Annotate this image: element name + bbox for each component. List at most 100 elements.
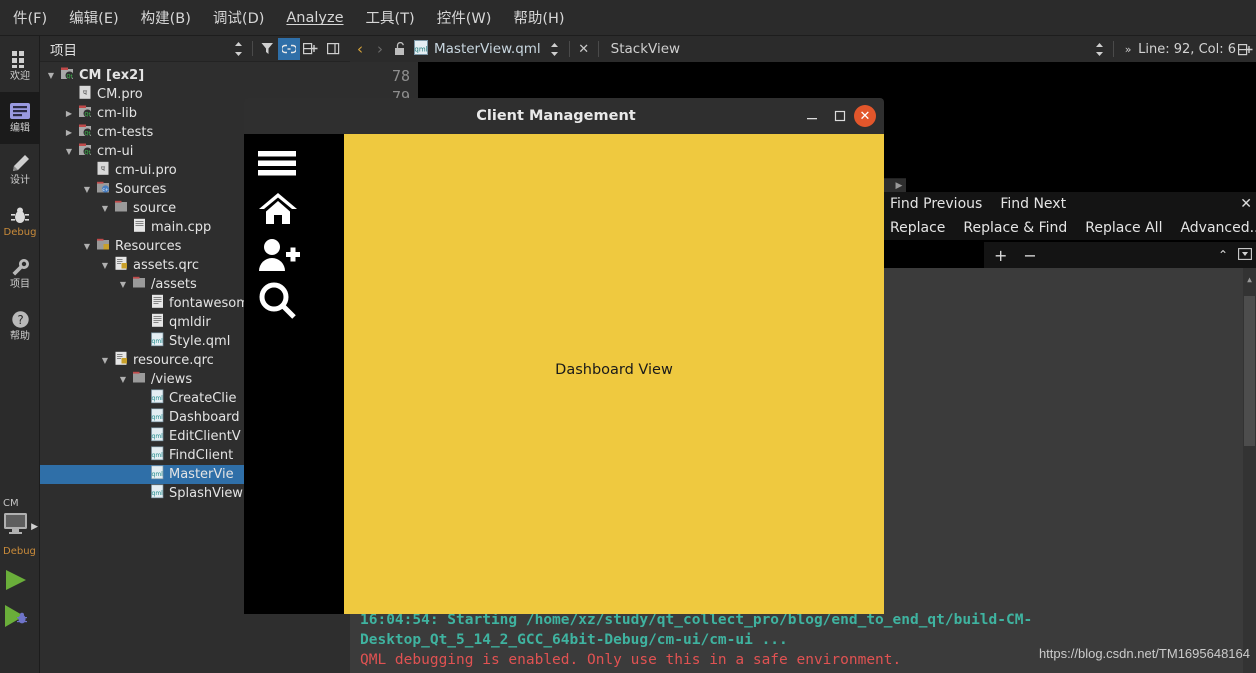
mode-edit[interactable]: 编辑 xyxy=(0,92,40,144)
sort-button[interactable] xyxy=(227,38,249,60)
dialog-maximize-button[interactable] xyxy=(826,102,854,130)
editor-toolbar: ‹ › qml MasterView.qml ✕ StackView » Lin… xyxy=(350,36,1256,62)
svg-text:Qt: Qt xyxy=(84,112,90,118)
unlocked-icon[interactable] xyxy=(390,38,410,60)
tree-item-label: Sources xyxy=(115,182,167,197)
find-next-button[interactable]: Find Next xyxy=(1000,196,1066,212)
tree-item-label: Resources xyxy=(115,239,182,254)
find-replace-panel: Find Previous Find Next ✕ Replace Replac… xyxy=(884,192,1256,240)
mode-help[interactable]: ? 帮助 xyxy=(0,300,40,352)
replace-button[interactable]: Replace xyxy=(890,220,945,236)
chevron-left-icon[interactable]: ‹ xyxy=(350,38,370,60)
chevron-down-icon[interactable]: ▼ xyxy=(44,71,58,80)
chevron-up-icon[interactable]: ⌃ xyxy=(1218,248,1228,262)
dialog-nav-new-client[interactable] xyxy=(244,234,344,280)
chevron-down-icon[interactable]: ▼ xyxy=(116,280,130,289)
mode-welcome[interactable]: 欢迎 xyxy=(0,40,40,92)
bug-icon xyxy=(10,206,30,228)
replace-row: Replace Replace & Find Replace All Advan… xyxy=(884,216,1256,240)
svg-text:qml: qml xyxy=(151,433,163,440)
menu-widgets[interactable]: 控件(W) xyxy=(426,3,503,32)
dashboard-view-label: Dashboard View xyxy=(555,362,673,378)
mode-design[interactable]: 设计 xyxy=(0,144,40,196)
zoom-in-button[interactable]: + xyxy=(994,246,1007,265)
panel-icon[interactable] xyxy=(1238,247,1252,263)
close-x-icon[interactable]: ✕ xyxy=(574,38,594,60)
chevron-down-icon[interactable]: ▼ xyxy=(98,204,112,213)
debug-bug-icon[interactable] xyxy=(4,604,34,633)
replace-and-find-button[interactable]: Replace & Find xyxy=(963,220,1067,236)
chevron-down-icon[interactable]: ▼ xyxy=(62,147,76,156)
console-bottom-lines: 16:04:54: Starting /home/xz/study/qt_col… xyxy=(360,610,1256,670)
kit-selector[interactable]: CM ▶ Debug xyxy=(0,498,40,673)
qt-project-icon: Qt xyxy=(76,123,94,142)
tree-item-label: fontawesom xyxy=(169,296,249,311)
dialog-close-button[interactable]: ✕ xyxy=(854,105,876,127)
scroll-up-arrow-icon[interactable]: ▲ xyxy=(1244,270,1255,284)
tree-item-label: CM.pro xyxy=(97,87,143,102)
chevron-down-icon[interactable]: ▼ xyxy=(80,242,94,251)
menu-tools[interactable]: 工具(T) xyxy=(355,3,426,32)
pro-file-icon: प xyxy=(76,85,94,104)
run-triangle-icon[interactable] xyxy=(4,568,30,595)
symbol-name-label[interactable]: StackView xyxy=(603,41,680,57)
close-split-icon[interactable] xyxy=(322,38,344,60)
dialog-minimize-button[interactable] xyxy=(798,102,826,130)
tree-item-label: /assets xyxy=(151,277,197,292)
split-add-icon[interactable] xyxy=(300,38,322,60)
console-vertical-scrollbar[interactable]: ▲ xyxy=(1243,268,1256,673)
svg-text:?: ? xyxy=(17,313,23,327)
find-previous-button[interactable]: Find Previous xyxy=(890,196,982,212)
qml-file-icon: qml xyxy=(148,427,166,446)
chevron-down-icon[interactable]: ▼ xyxy=(80,185,94,194)
dialog-nav-menu[interactable] xyxy=(244,142,344,188)
chevron-right-icon[interactable]: ▶ xyxy=(62,128,76,137)
wrench-icon xyxy=(11,258,30,280)
replace-all-button[interactable]: Replace All xyxy=(1085,220,1162,236)
pro-file-icon: प xyxy=(94,161,112,180)
zoom-out-button[interactable]: − xyxy=(1023,246,1036,265)
qrc-file-icon xyxy=(112,256,130,275)
menu-analyze[interactable]: Analyze xyxy=(275,6,354,30)
chevron-right-icon[interactable]: › xyxy=(370,38,390,60)
project-pane-header: 项目 xyxy=(40,36,350,62)
dialog-title-bar[interactable]: Client Management ✕ xyxy=(244,98,884,134)
dialog-nav-find-client[interactable] xyxy=(244,280,344,326)
chevron-down-icon[interactable]: ▼ xyxy=(116,375,130,384)
file-dropdown-icon[interactable] xyxy=(545,38,565,60)
link-icon[interactable] xyxy=(278,37,300,60)
qml-file-icon: qml xyxy=(148,446,166,465)
text-file-icon xyxy=(148,313,166,332)
tree-item-label: source xyxy=(133,201,177,216)
menu-build[interactable]: 构建(B) xyxy=(130,3,202,32)
scroll-right-arrow-icon[interactable]: ▶ xyxy=(893,180,905,192)
scrollbar-thumb[interactable] xyxy=(1244,296,1255,446)
filter-button[interactable] xyxy=(256,38,278,60)
dialog-nav-home[interactable] xyxy=(244,188,344,234)
mode-edit-label: 编辑 xyxy=(10,122,30,134)
menu-file[interactable]: 件(F) xyxy=(2,3,58,32)
tree-item-label: assets.qrc xyxy=(133,258,199,273)
tree-item[interactable]: ▼ Qt CM [ex2] xyxy=(40,66,350,85)
qml-file-icon: qml xyxy=(148,484,166,503)
mode-debug[interactable]: Debug xyxy=(0,196,40,248)
double-chevron-icon[interactable]: » xyxy=(1118,38,1138,60)
close-x-icon[interactable]: ✕ xyxy=(1240,196,1252,212)
find-row: Find Previous Find Next ✕ xyxy=(884,192,1256,216)
mode-projects[interactable]: 项目 xyxy=(0,248,40,300)
menu-edit[interactable]: 编辑(E) xyxy=(58,3,129,32)
menu-debug[interactable]: 调试(D) xyxy=(202,3,275,32)
chevron-right-icon[interactable]: ▶ xyxy=(62,109,76,118)
chevron-down-icon[interactable]: ▼ xyxy=(98,356,112,365)
advanced-button[interactable]: Advanced... xyxy=(1180,220,1256,236)
file-selector[interactable]: qml MasterView.qml xyxy=(410,39,545,59)
menu-help[interactable]: 帮助(H) xyxy=(502,3,575,32)
pen-icon xyxy=(11,154,30,176)
symbol-dropdown-icon[interactable] xyxy=(1089,38,1109,60)
svg-text:qml: qml xyxy=(151,490,163,497)
editor-split-add-icon[interactable] xyxy=(1236,38,1256,60)
tree-item-label: qmldir xyxy=(169,315,211,330)
kit-expand-arrow-icon[interactable]: ▶ xyxy=(31,522,38,532)
chevron-down-icon[interactable]: ▼ xyxy=(98,261,112,270)
tree-item-label: CM [ex2] xyxy=(79,68,145,83)
